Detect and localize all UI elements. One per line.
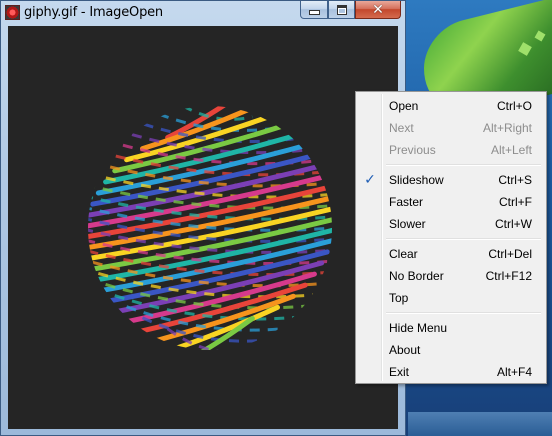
menu-item-label: About [389,343,421,357]
menu-item-label: Slower [389,217,426,231]
menu-item-shortcut: Ctrl+Del [488,247,532,261]
menu-item-top[interactable]: Top [358,287,544,309]
close-button[interactable]: ✕ [355,1,401,19]
menu-item-slower[interactable]: Slower Ctrl+W [358,213,544,235]
menu-item-label: Slideshow [389,173,444,187]
striped-sphere-image [88,106,332,350]
menu-item-next[interactable]: Next Alt+Right [358,117,544,139]
maximize-icon [336,4,347,15]
image-viewer-window: giphy.gif - ImageOpen ✕ [0,0,406,436]
title-bar[interactable]: giphy.gif - ImageOpen ✕ [1,1,405,25]
menu-item-label: Faster [389,195,424,209]
menu-item-shortcut: Ctrl+F12 [485,269,532,283]
menu-item-label: No Border [389,269,444,283]
image-canvas[interactable] [8,26,398,429]
menu-item-shortcut: Ctrl+F [499,195,532,209]
maximize-button[interactable] [328,1,355,19]
minimize-button[interactable] [300,1,328,19]
menu-separator [386,164,541,166]
menu-item-exit[interactable]: Exit Alt+F4 [358,361,544,383]
app-icon[interactable] [5,5,20,20]
menu-item-shortcut: Alt+Left [490,143,532,157]
menu-item-label: Exit [389,365,410,379]
window-title: giphy.gif - ImageOpen [24,5,163,20]
menu-item-shortcut: Ctrl+W [495,217,532,231]
menu-item-shortcut: Ctrl+S [498,173,532,187]
menu-item-faster[interactable]: Faster Ctrl+F [358,191,544,213]
menu-item-shortcut: Ctrl+O [496,99,532,113]
taskbar [408,412,552,436]
check-icon: ✓ [364,172,376,188]
close-icon: ✕ [372,1,384,18]
menu-item-label: Next [389,121,414,135]
context-menu: Open Ctrl+O Next Alt+Right Previous Alt+Left ✓… [355,91,547,384]
menu-item-label: Open [389,99,419,113]
menu-item-shortcut: Alt+F4 [496,365,532,379]
menu-item-open[interactable]: Open Ctrl+O [358,95,544,117]
menu-item-hide-menu[interactable]: Hide Menu [358,317,544,339]
menu-item-shortcut: Alt+Right [482,121,532,135]
menu-item-previous[interactable]: Previous Alt+Left [358,139,544,161]
menu-item-slideshow[interactable]: ✓ Slideshow Ctrl+S [358,169,544,191]
menu-separator [386,312,541,314]
menu-item-about[interactable]: About [358,339,544,361]
menu-item-clear[interactable]: Clear Ctrl+Del [358,243,544,265]
menu-item-no-border[interactable]: No Border Ctrl+F12 [358,265,544,287]
menu-item-label: Previous [389,143,436,157]
menu-item-label: Top [389,291,409,305]
menu-item-label: Hide Menu [389,321,448,335]
menu-separator [386,238,541,240]
minimize-icon [308,10,320,15]
menu-item-label: Clear [389,247,418,261]
